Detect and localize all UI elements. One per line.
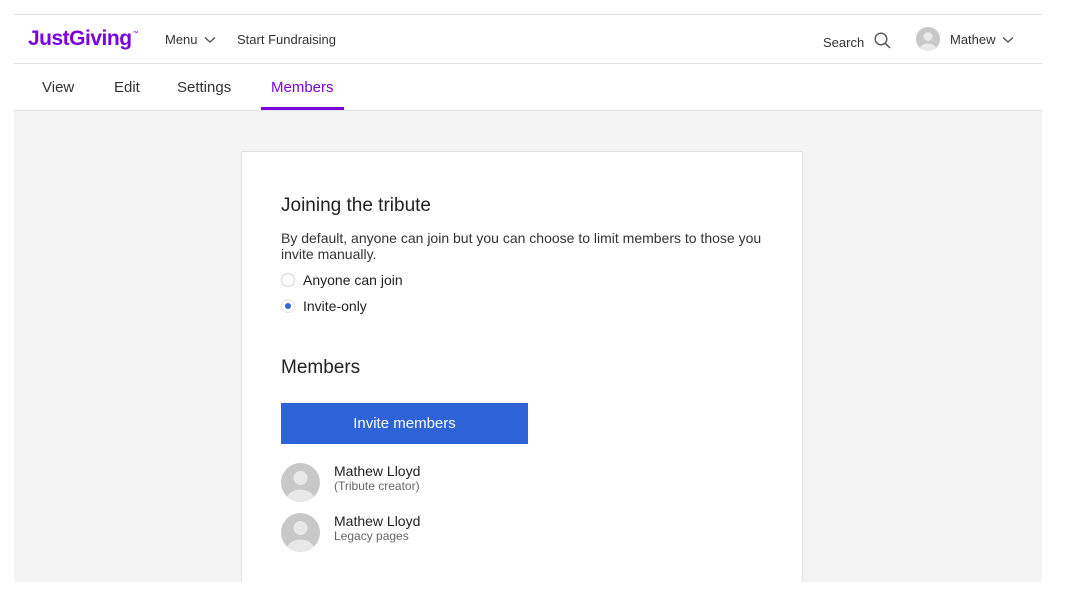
- search-label: Search: [823, 34, 865, 50]
- logo-trademark: ™: [132, 31, 139, 37]
- search-button[interactable]: Search: [823, 32, 891, 52]
- radio-button[interactable]: [281, 273, 295, 287]
- justgiving-logo[interactable]: JustGiving™: [28, 27, 138, 51]
- radio-label: Invite-only: [303, 298, 367, 314]
- tab-settings[interactable]: Settings: [177, 79, 231, 96]
- avatar-placeholder-icon: [281, 463, 320, 502]
- page-tabs: View Edit Settings Members: [14, 64, 1042, 111]
- user-name-label: Mathew: [950, 31, 996, 47]
- member-row[interactable]: Mathew Lloyd Legacy pages: [281, 513, 420, 552]
- member-name: Mathew Lloyd: [334, 513, 421, 529]
- member-info: Mathew Lloyd (Tribute creator): [334, 463, 420, 493]
- active-tab-indicator: [261, 107, 344, 110]
- search-icon: [874, 32, 891, 52]
- start-fundraising-label: Start Fundraising: [237, 32, 336, 47]
- member-role: (Tribute creator): [334, 479, 420, 493]
- members-heading: Members: [281, 357, 361, 378]
- radio-anyone-can-join[interactable]: Anyone can join: [281, 272, 403, 288]
- app-frame: JustGiving™ Menu Start Fundraising Searc…: [14, 14, 1042, 582]
- radio-button-selected[interactable]: [281, 299, 295, 313]
- invite-members-button[interactable]: Invite members: [281, 403, 528, 444]
- members-settings-card: Joining the tribute By default, anyone c…: [241, 151, 803, 582]
- logo-text: JustGiving: [28, 27, 132, 50]
- member-info: Mathew Lloyd Legacy pages: [334, 513, 420, 543]
- member-name: Mathew Lloyd: [334, 463, 421, 479]
- tab-edit[interactable]: Edit: [114, 79, 140, 96]
- tab-members[interactable]: Members: [271, 79, 334, 96]
- radio-label: Anyone can join: [303, 272, 403, 288]
- member-row[interactable]: Mathew Lloyd (Tribute creator): [281, 463, 420, 502]
- joining-description: By default, anyone can join but you can …: [281, 230, 762, 262]
- joining-heading: Joining the tribute: [281, 195, 431, 216]
- menu-label: Menu: [165, 32, 198, 47]
- chevron-down-icon: [1002, 32, 1014, 47]
- user-menu[interactable]: Mathew: [916, 27, 1014, 51]
- member-role: Legacy pages: [334, 529, 409, 543]
- radio-invite-only[interactable]: Invite-only: [281, 298, 367, 314]
- chevron-down-icon: [204, 32, 216, 47]
- tab-view[interactable]: View: [42, 79, 74, 96]
- start-fundraising-link[interactable]: Start Fundraising: [237, 32, 336, 47]
- menu-dropdown[interactable]: Menu: [165, 32, 216, 47]
- avatar-placeholder-icon: [281, 513, 320, 552]
- top-navigation-bar: JustGiving™ Menu Start Fundraising Searc…: [14, 14, 1042, 64]
- user-avatar-icon: [916, 27, 940, 51]
